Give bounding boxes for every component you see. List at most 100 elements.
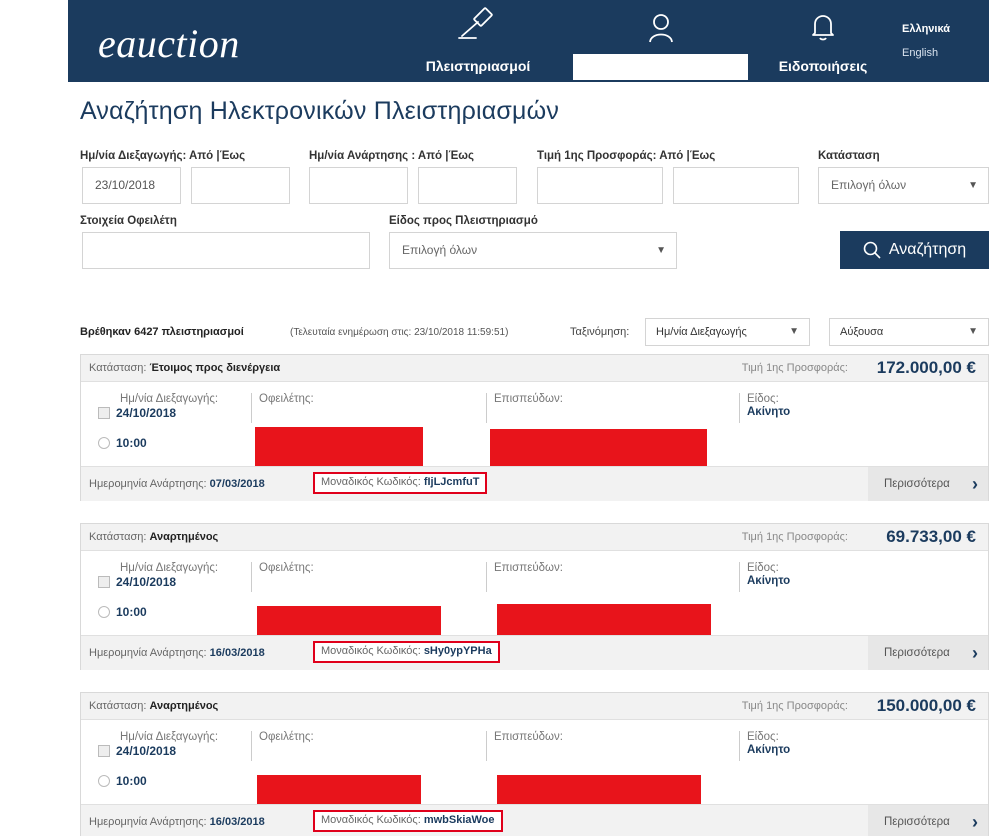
posting-date-label: Ημ/νία Ανάρτησης : Από |Έως: [309, 150, 474, 162]
posting-date: Ημερομηνία Ανάρτησης: 07/03/2018: [89, 478, 265, 490]
status-select[interactable]: Επιλογή όλων ▼: [818, 167, 989, 204]
type-label: Είδος:: [747, 731, 779, 743]
card-status: Κατάσταση: Αναρτημένος: [89, 700, 219, 712]
divider: [739, 393, 740, 423]
unique-code: Μοναδικός Κωδικός: sHy0ypYPHa: [313, 641, 500, 663]
auction-type: Ακίνητο: [747, 406, 791, 418]
auction-type-select[interactable]: Επιλογή όλων ▼: [389, 232, 677, 269]
card-price-label: Τιμή 1ης Προσφοράς:: [741, 531, 848, 543]
card-price-label: Τιμή 1ης Προσφοράς:: [741, 362, 848, 374]
divider: [486, 393, 487, 423]
sort-field-select[interactable]: Ημ/νία Διεξαγωγής ▼: [645, 318, 810, 346]
conduct-date: 24/10/2018: [116, 744, 177, 758]
conduct-date: 24/10/2018: [116, 575, 177, 589]
eauction-logo[interactable]: eauction: [98, 20, 240, 67]
nav-notifications[interactable]: Ειδοποιήσεις: [773, 0, 873, 82]
nav-notifications-label: Ειδοποιήσεις: [778, 58, 868, 74]
chevron-down-icon: ▼: [789, 326, 799, 337]
card-body: Ημ/νία Διεξαγωγής: 24/10/2018 10:00 Οφει…: [81, 383, 988, 474]
card-date-col: Ημ/νία Διεξαγωγής: 24/10/2018 10:00: [91, 393, 251, 450]
search-button[interactable]: Αναζήτηση: [840, 231, 989, 269]
card-debtor-col: Οφειλέτης:: [259, 562, 314, 574]
auction-card: Κατάσταση: Έτοιμος προς διενέργεια Τιμή …: [80, 354, 989, 501]
first-offer-to-input[interactable]: [673, 167, 799, 204]
card-pursuer-col: Επισπεύδων:: [494, 731, 563, 743]
type-label: Είδος:: [747, 562, 779, 574]
search-button-label: Αναζήτηση: [888, 241, 967, 258]
chevron-right-icon: ›: [972, 474, 978, 494]
card-header: Κατάσταση: Αναρτημένος Τιμή 1ης Προσφορά…: [81, 693, 988, 720]
conduct-date-label: Ημ/νία Διεξαγωγής:: [120, 731, 219, 743]
sort-order-value: Αύξουσα: [840, 326, 884, 338]
sort-label: Ταξινόμηση:: [570, 326, 630, 338]
bell-icon: [812, 15, 834, 41]
auction-type: Ακίνητο: [747, 575, 791, 587]
conduct-date-label: Ημ/νία Διεξαγωγής: Από |Έως: [80, 150, 246, 162]
calendar-icon: [98, 576, 110, 588]
last-update-text: (Τελευταία ενημέρωση στις: 23/10/2018 11…: [290, 327, 509, 338]
unique-code: Μοναδικός Κωδικός: fIjLJcmfuT: [313, 472, 488, 494]
nav-auctions[interactable]: Πλειστηριασμοί: [408, 0, 548, 82]
clock-icon: [98, 775, 110, 787]
time-row: 10:00: [91, 436, 251, 450]
posting-date: Ημερομηνία Ανάρτησης: 16/03/2018: [89, 816, 265, 828]
calendar-icon: [98, 407, 110, 419]
more-button[interactable]: Περισσότερα ›: [868, 467, 988, 501]
card-footer: Ημερομηνία Ανάρτησης: 16/03/2018 Μοναδικ…: [81, 635, 988, 670]
card-footer: Ημερομηνία Ανάρτησης: 07/03/2018 Μοναδικ…: [81, 466, 988, 501]
results-count: Βρέθηκαν 6427 πλειστηριασμοί: [80, 326, 244, 338]
username-field[interactable]: [573, 54, 748, 80]
card-date-col: Ημ/νία Διεξαγωγής: 24/10/2018 10:00: [91, 731, 251, 788]
debtor-input[interactable]: [82, 232, 370, 269]
chevron-down-icon: ▼: [656, 245, 666, 256]
more-button[interactable]: Περισσότερα ›: [868, 805, 988, 836]
sort-order-select[interactable]: Αύξουσα ▼: [829, 318, 989, 346]
debtor-label: Οφειλέτης:: [259, 562, 314, 574]
debtor-label: Στοιχεία Οφειλέτη: [80, 215, 177, 227]
card-body: Ημ/νία Διεξαγωγής: 24/10/2018 10:00 Οφει…: [81, 721, 988, 819]
chevron-down-icon: ▼: [968, 180, 978, 191]
auction-type-select-value: Επιλογή όλων: [402, 243, 478, 257]
status-select-value: Επιλογή όλων: [831, 178, 907, 192]
debtor-label: Οφειλέτης:: [259, 731, 314, 743]
card-pursuer-col: Επισπεύδων:: [494, 562, 563, 574]
nav-user[interactable]: [573, 0, 748, 82]
chevron-right-icon: ›: [972, 812, 978, 832]
auction-type-label: Είδος προς Πλειστηριασμό: [389, 215, 538, 227]
lang-greek[interactable]: Ελληνικά: [902, 23, 950, 35]
more-button-label: Περισσότερα: [884, 816, 950, 828]
card-type-col: Είδος: Ακίνητο: [747, 731, 790, 756]
card-header: Κατάσταση: Αναρτημένος Τιμή 1ης Προσφορά…: [81, 524, 988, 551]
divider: [486, 731, 487, 761]
card-price-label: Τιμή 1ης Προσφοράς:: [741, 700, 848, 712]
auction-type: Ακίνητο: [747, 744, 791, 756]
first-offer-from-input[interactable]: [537, 167, 663, 204]
conduct-date-from-input[interactable]: 23/10/2018: [82, 167, 181, 204]
top-header: eauction Πλειστηριασμοί Ειδοποιήσεις Ελλ…: [68, 0, 989, 82]
card-header: Κατάσταση: Έτοιμος προς διενέργεια Τιμή …: [81, 355, 988, 382]
card-date-col: Ημ/νία Διεξαγωγής: 24/10/2018 10:00: [91, 562, 251, 619]
posting-date-from-input[interactable]: [309, 167, 408, 204]
sort-field-value: Ημ/νία Διεξαγωγής: [656, 326, 747, 338]
card-price: 172.000,00 €: [876, 358, 976, 377]
posting-date-to-input[interactable]: [418, 167, 517, 204]
clock-icon: [98, 606, 110, 618]
conduct-date-to-input[interactable]: [191, 167, 290, 204]
divider: [739, 731, 740, 761]
page-title: Αναζήτηση Ηλεκτρονικών Πλειστηριασμών: [80, 97, 560, 125]
chevron-right-icon: ›: [972, 643, 978, 663]
conduct-date-label: Ημ/νία Διεξαγωγής:: [120, 562, 219, 574]
card-footer: Ημερομηνία Ανάρτησης: 16/03/2018 Μοναδικ…: [81, 804, 988, 836]
more-button[interactable]: Περισσότερα ›: [868, 636, 988, 670]
card-price: 150.000,00 €: [876, 696, 976, 715]
conduct-date: 24/10/2018: [116, 406, 177, 420]
conduct-time: 10:00: [116, 774, 147, 788]
more-button-label: Περισσότερα: [884, 478, 950, 490]
lang-english[interactable]: English: [902, 47, 938, 59]
card-type-col: Είδος: Ακίνητο: [747, 562, 790, 587]
card-status: Κατάσταση: Έτοιμος προς διενέργεια: [89, 362, 281, 374]
calendar-icon: [98, 745, 110, 757]
conduct-time: 10:00: [116, 436, 147, 450]
conduct-date-label: Ημ/νία Διεξαγωγής:: [120, 393, 219, 405]
time-row: 10:00: [91, 774, 251, 788]
